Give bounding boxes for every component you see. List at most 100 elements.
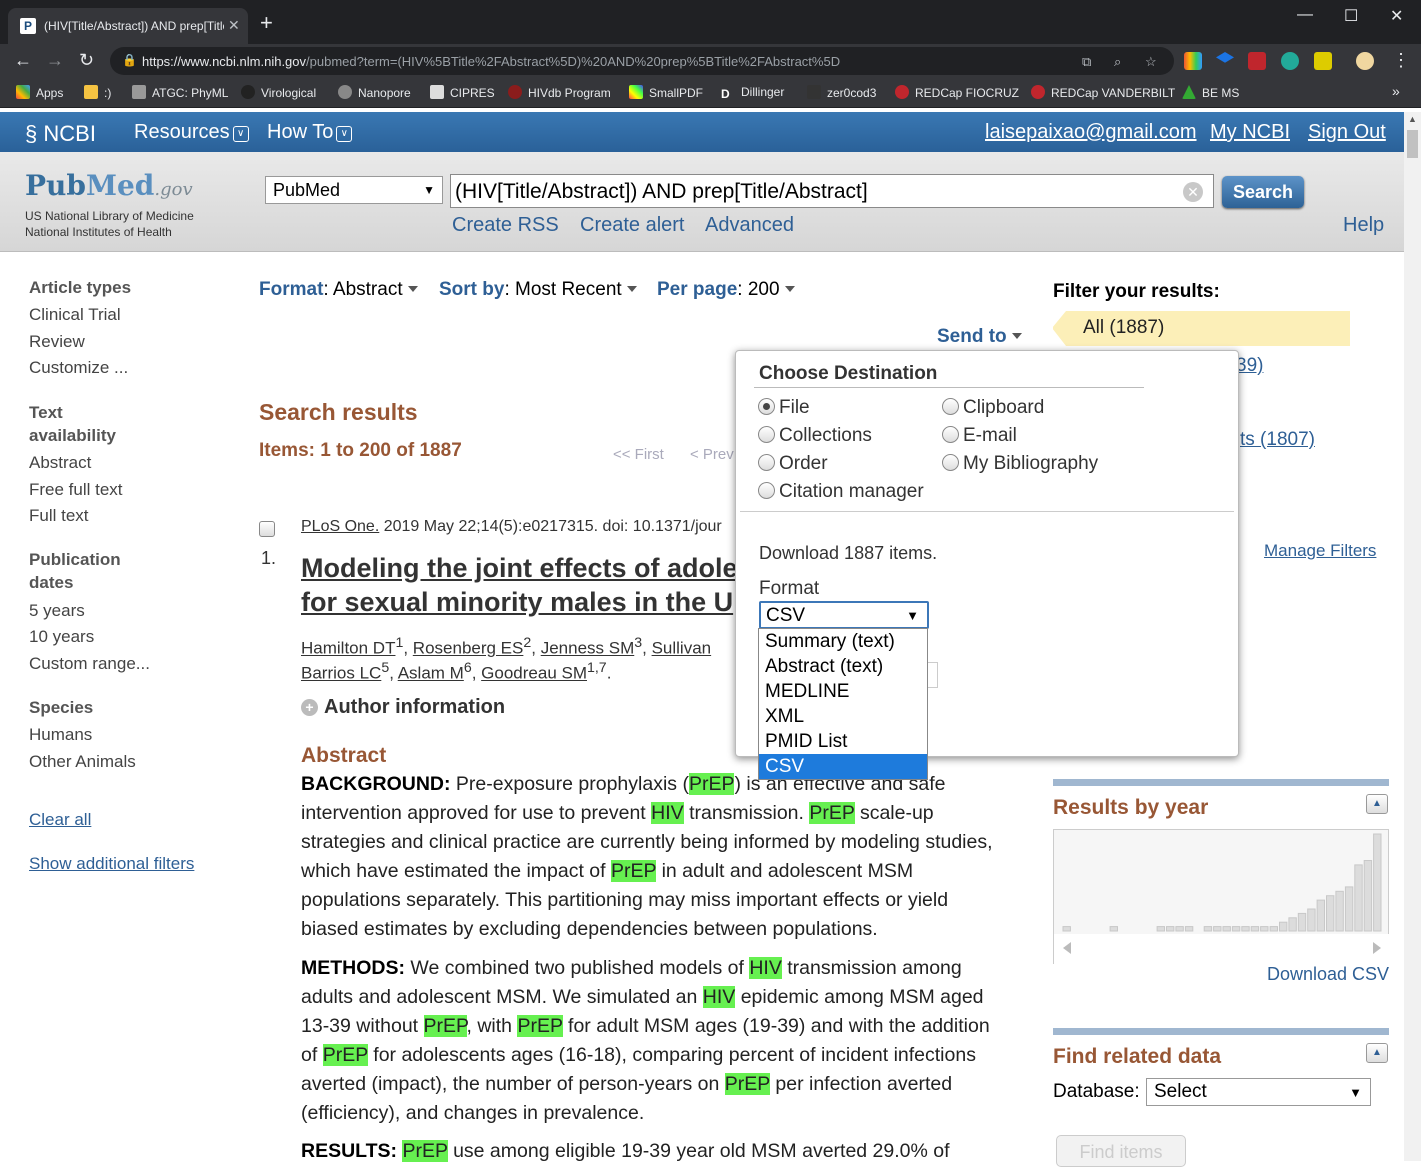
dropbox-icon[interactable] (1216, 52, 1234, 63)
filter-all-tab[interactable]: All (1887) (1052, 311, 1350, 346)
year-bar[interactable] (1222, 926, 1231, 932)
extension-icon[interactable] (1314, 52, 1332, 70)
filter-10-years[interactable]: 10 years (29, 627, 94, 647)
year-bar[interactable] (1307, 908, 1316, 932)
author-link[interactable]: Hamilton DT (301, 639, 395, 658)
howto-menu[interactable]: How To ∨ (267, 121, 353, 144)
author-information-toggle[interactable]: + Author information (301, 696, 505, 719)
year-bar[interactable] (1231, 926, 1241, 932)
create-alert-link[interactable]: Create alert (580, 214, 685, 237)
filter-other-animals[interactable]: Other Animals (29, 752, 136, 772)
filter-5-years[interactable]: 5 years (29, 601, 85, 621)
per-page-control[interactable]: Per page: 200 (657, 279, 795, 301)
minimize-icon[interactable]: — (1297, 6, 1313, 24)
pubmed-logo[interactable]: PubMed.gov (25, 169, 193, 202)
year-bar[interactable] (1269, 926, 1279, 932)
first-page-link[interactable]: << First (613, 446, 664, 463)
bookmark-hivdb[interactable]: HIVdb Program (508, 85, 611, 100)
bookmark-apps[interactable]: Apps (16, 85, 63, 100)
format-option[interactable]: XML (759, 704, 927, 729)
year-bar[interactable] (1354, 864, 1363, 932)
bookmark-zerocode[interactable]: zer0cod3 (807, 85, 876, 100)
bookmark-nanopore[interactable]: Nanopore (338, 85, 411, 100)
year-bar[interactable] (1363, 860, 1373, 932)
advanced-link[interactable]: Advanced (705, 214, 794, 237)
radio-citation-manager[interactable]: Citation manager (758, 481, 924, 503)
chart-scroller[interactable] (1054, 934, 1390, 964)
browser-tab[interactable]: P (HIV[Title/Abstract]) AND prep[Title/A… (8, 8, 248, 44)
year-bar[interactable] (1203, 926, 1213, 932)
clear-all-link[interactable]: Clear all (29, 810, 91, 830)
result-checkbox[interactable] (259, 521, 275, 537)
search-input[interactable]: (HIV[Title/Abstract]) AND prep[Title/Abs… (450, 174, 1214, 208)
clear-search-icon[interactable]: ✕ (1183, 182, 1203, 202)
radio-collections[interactable]: Collections (758, 425, 872, 447)
filter-humans[interactable]: Humans (29, 725, 92, 745)
bookmark-atgc[interactable]: ATGC: PhyML (132, 85, 228, 100)
author-link[interactable]: Barrios LC (301, 664, 381, 683)
results-by-year-chart[interactable] (1053, 829, 1390, 964)
find-items-button[interactable]: Find items (1056, 1135, 1186, 1167)
journal-link[interactable]: PLoS One. (301, 518, 379, 535)
filter-abstract[interactable]: Abstract (29, 453, 91, 473)
filter-custom-range[interactable]: Custom range... (29, 654, 150, 674)
year-bar[interactable] (1297, 912, 1307, 932)
format-select[interactable]: CSV ▼ (759, 601, 929, 629)
bookmark-dillinger[interactable]: D Dillinger (721, 85, 784, 101)
sign-out-link[interactable]: Sign Out (1308, 121, 1386, 144)
author-link[interactable]: Goodreau SM (481, 664, 587, 683)
translate-icon[interactable]: ⧉ (1082, 54, 1091, 70)
star-icon[interactable]: ☆ (1145, 54, 1157, 70)
year-bar[interactable] (1344, 886, 1354, 932)
year-bar[interactable] (1326, 895, 1335, 932)
manage-filters-link[interactable]: Manage Filters (1264, 541, 1376, 561)
maximize-icon[interactable]: ☐ (1344, 6, 1358, 26)
author-link[interactable]: Jenness SM (541, 639, 635, 658)
format-option[interactable]: MEDLINE (759, 679, 927, 704)
filter-clinical-trial[interactable]: Clinical Trial (29, 305, 121, 325)
year-bar[interactable] (1373, 833, 1382, 932)
year-bar[interactable] (1250, 926, 1260, 932)
year-bar[interactable] (1109, 926, 1118, 932)
bookmark-folder[interactable]: :) (84, 85, 111, 100)
more-bookmarks-icon[interactable]: » (1392, 83, 1400, 99)
scroll-thumb[interactable] (1407, 130, 1418, 158)
bookmark-smallpdf[interactable]: SmallPDF (629, 85, 703, 100)
filter-tab-partial[interactable]: 39) (1236, 355, 1263, 377)
related-database-select[interactable]: Select ▼ (1146, 1078, 1371, 1106)
filter-full-text[interactable]: Full text (29, 506, 89, 526)
format-option[interactable]: Summary (text) (759, 629, 927, 654)
year-bar[interactable] (1241, 926, 1250, 932)
collapse-up-icon[interactable]: ▲ (1366, 794, 1388, 814)
year-bar[interactable] (1260, 926, 1269, 932)
filter-free-full-text[interactable]: Free full text (29, 480, 123, 500)
radio-clipboard[interactable]: Clipboard (942, 397, 1044, 419)
reload-icon[interactable]: ↻ (79, 50, 94, 71)
close-tab-icon[interactable]: ✕ (228, 17, 240, 34)
collapse-up-icon[interactable]: ▲ (1366, 1043, 1388, 1063)
address-bar[interactable]: 🔒 https://www.ncbi.nlm.nih.gov/pubmed?te… (110, 47, 1174, 75)
year-bar[interactable] (1175, 926, 1184, 932)
forward-icon[interactable]: → (46, 50, 64, 71)
user-email-link[interactable]: laisepaixao@gmail.com (985, 121, 1197, 144)
radio-order[interactable]: Order (758, 453, 828, 475)
radio-email[interactable]: E-mail (942, 425, 1017, 447)
menu-kebab-icon[interactable]: ⋮ (1392, 50, 1410, 71)
profile-avatar-icon[interactable] (1356, 52, 1374, 70)
my-ncbi-link[interactable]: My NCBI (1210, 121, 1290, 144)
prev-page-link[interactable]: < Prev (690, 446, 734, 463)
new-tab-icon[interactable]: + (260, 12, 273, 34)
show-additional-filters-link[interactable]: Show additional filters (29, 854, 194, 874)
year-bar[interactable] (1213, 926, 1222, 932)
format-option-selected[interactable]: CSV (759, 754, 927, 779)
filter-review[interactable]: Review (29, 332, 85, 352)
page-scrollbar[interactable]: ▲ (1404, 112, 1421, 1161)
extension-colorpick-icon[interactable] (1184, 52, 1202, 70)
year-bar[interactable] (1288, 917, 1297, 932)
send-to-button[interactable]: Send to (937, 326, 1022, 348)
filter-tab-partial-2[interactable]: ts (1807) (1240, 429, 1315, 451)
database-select[interactable]: PubMed ▼ (265, 176, 443, 204)
radio-file[interactable]: File (758, 397, 810, 419)
year-bar[interactable] (1156, 926, 1165, 932)
bookmark-bems[interactable]: BE MS (1182, 85, 1239, 100)
